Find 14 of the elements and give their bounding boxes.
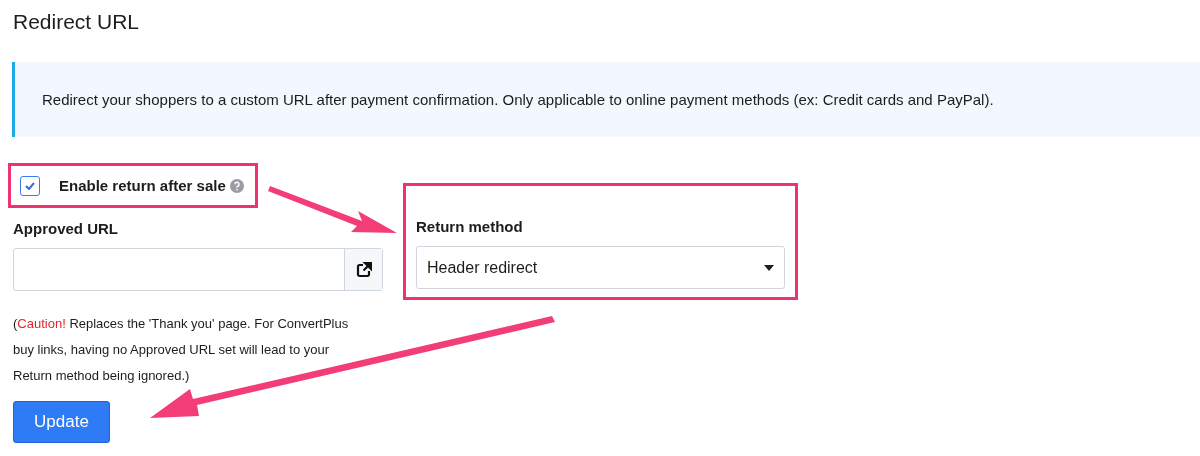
field-label: Approved URL (13, 220, 118, 237)
caret-icon (764, 264, 774, 271)
field-label: Return method (416, 218, 523, 235)
caution-note: (Caution! Replaces the 'Thank you' page. For ConvertPlus buy links, having no Approved URL set will lead to your Return method being ignored.) (13, 315, 350, 385)
checkmark-icon (25, 181, 35, 190)
checkbox[interactable] (20, 175, 40, 196)
update-button[interactable]: Update (13, 401, 110, 443)
return-method-dropdown[interactable]: Header redirect (416, 246, 785, 289)
url-input-field[interactable] (13, 248, 383, 291)
help-icon[interactable] (229, 178, 244, 193)
info-text: Redirect your shoppers to a custom URL after payment confirmation. Only applicable to online payment methods (ex: Credit cards and PayPal). (42, 91, 994, 108)
external-link-icon[interactable] (355, 261, 372, 278)
checkbox-label[interactable]: Enable return after sale (59, 177, 226, 194)
page-title: Redirect URL (12, 9, 140, 35)
